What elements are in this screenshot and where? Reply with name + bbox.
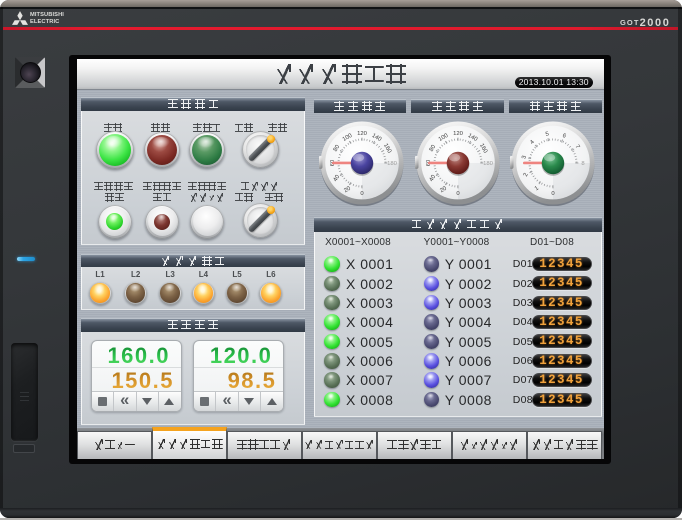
svg-text:120: 120 xyxy=(453,131,464,137)
svg-text:120: 120 xyxy=(357,131,368,137)
svg-text:180: 180 xyxy=(483,161,494,167)
svg-text:180: 180 xyxy=(387,161,398,167)
